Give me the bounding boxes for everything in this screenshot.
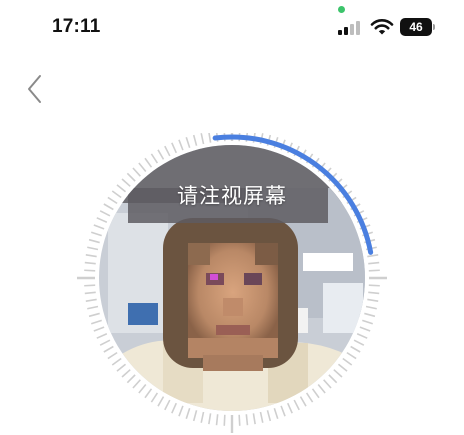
- chevron-left-icon: [28, 75, 41, 103]
- progress-tick: [150, 153, 159, 164]
- progress-tick: [85, 254, 97, 258]
- progress-tick: [126, 374, 136, 384]
- progress-tick: [208, 133, 212, 143]
- progress-tick: [273, 408, 279, 420]
- battery-cap: [433, 24, 435, 30]
- progress-tick: [144, 157, 153, 168]
- progress-tick: [138, 162, 147, 173]
- progress-tick: [333, 369, 343, 378]
- progress-tick: [88, 238, 100, 244]
- progress-tick: [368, 261, 380, 265]
- progress-tick: [311, 388, 320, 399]
- progress-tick: [164, 399, 171, 411]
- cellular-signal-icon: [338, 21, 366, 35]
- face-scan-area: [68, 133, 396, 433]
- status-bar: 17:11 46: [0, 0, 464, 60]
- progress-tick: [192, 410, 198, 422]
- progress-tick: [144, 388, 153, 399]
- progress-tick: [367, 254, 379, 258]
- status-time: 17:11: [52, 16, 101, 37]
- progress-tick: [223, 414, 226, 426]
- progress-tick: [346, 351, 357, 360]
- progress-tick: [157, 396, 165, 407]
- progress-tick: [171, 142, 178, 154]
- progress-tick: [90, 231, 102, 237]
- progress-tick: [84, 269, 96, 272]
- progress-tick: [368, 269, 380, 272]
- progress-tick: [121, 369, 131, 378]
- progress-tick: [178, 405, 184, 417]
- progress-tick: [93, 326, 105, 332]
- progress-tick: [245, 414, 249, 426]
- progress-tick: [84, 291, 96, 295]
- progress-tick: [208, 413, 212, 425]
- progress-tick: [185, 136, 191, 148]
- progress-tick: [365, 305, 377, 310]
- progress-tick: [305, 392, 314, 403]
- progress-tick: [84, 261, 96, 265]
- progress-tick: [238, 414, 241, 426]
- progress-tick: [185, 408, 191, 420]
- progress-tick: [132, 167, 141, 177]
- progress-tick: [280, 405, 286, 417]
- progress-tick: [87, 246, 99, 251]
- progress-tick: [350, 345, 361, 353]
- progress-tick: [367, 298, 379, 302]
- progress-tick: [178, 139, 184, 151]
- progress-tick: [99, 339, 111, 346]
- progress-tick: [96, 217, 108, 224]
- progress-tick: [356, 332, 368, 339]
- progress-tick: [87, 305, 99, 310]
- progress-tick: [215, 414, 219, 426]
- wifi-icon: [370, 18, 394, 36]
- progress-tick: [90, 319, 102, 325]
- progress-tick: [171, 402, 178, 414]
- progress-tick: [96, 332, 108, 339]
- progress-tick: [353, 339, 365, 346]
- camera-preview: [99, 145, 365, 411]
- progress-tick: [111, 357, 122, 366]
- progress-tick: [200, 411, 205, 423]
- progress-tick: [342, 357, 353, 366]
- progress-tick: [99, 210, 111, 217]
- progress-tick: [259, 411, 264, 423]
- progress-tick: [337, 363, 348, 372]
- face-scan-frame: [77, 133, 387, 433]
- progress-tick: [328, 374, 338, 384]
- progress-tick: [164, 145, 171, 157]
- progress-tick: [85, 298, 97, 302]
- back-button[interactable]: [20, 70, 56, 110]
- progress-tick: [200, 133, 205, 145]
- progress-tick: [116, 363, 127, 372]
- progress-tick: [317, 383, 326, 394]
- progress-tick: [359, 326, 371, 332]
- progress-tick: [192, 134, 198, 146]
- progress-tick: [299, 396, 307, 407]
- progress-tick: [252, 413, 256, 425]
- progress-tick: [293, 399, 300, 411]
- progress-tick: [368, 284, 380, 287]
- progress-tick: [88, 312, 100, 318]
- progress-tick: [323, 379, 332, 389]
- progress-tick: [84, 284, 96, 287]
- progress-tick: [138, 383, 147, 394]
- progress-tick: [93, 224, 105, 230]
- progress-tick: [266, 410, 272, 422]
- progress-tick: [362, 319, 374, 325]
- progress-tick: [103, 345, 114, 353]
- progress-tick: [132, 379, 141, 389]
- progress-tick: [368, 291, 380, 295]
- progress-tick: [364, 312, 376, 318]
- progress-tick: [157, 149, 165, 160]
- progress-tick: [150, 392, 159, 403]
- battery-icon: 46: [400, 18, 432, 36]
- scan-prompt-text: 请注视屏幕: [177, 185, 287, 208]
- progress-tick: [286, 402, 293, 414]
- progress-tick: [107, 351, 118, 360]
- privacy-indicator-dot: [338, 6, 345, 13]
